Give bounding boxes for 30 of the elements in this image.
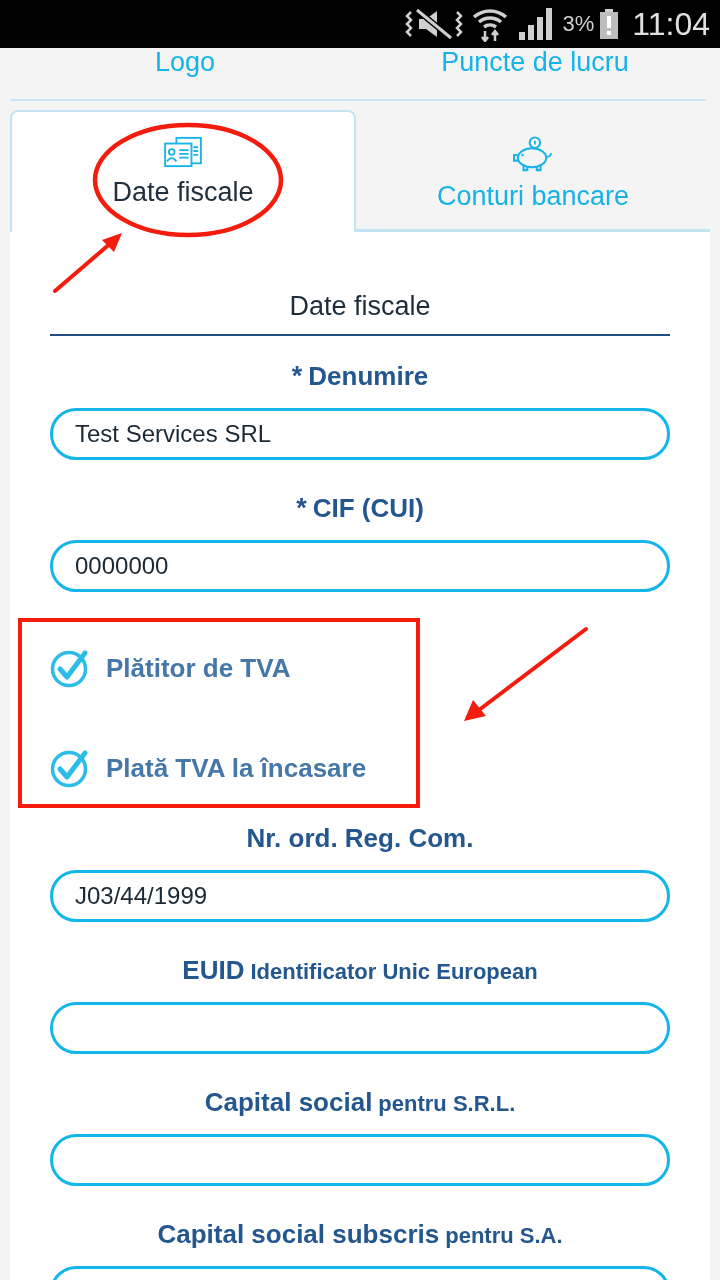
id-card-icon [162, 136, 204, 168]
vibrate-mute-icon [404, 7, 463, 41]
required-asterisk: * [291, 360, 303, 393]
checkbox[interactable] [50, 648, 90, 688]
text-input[interactable]: J03/44/1999 [50, 870, 670, 922]
section-title: Date fiscale [50, 286, 670, 336]
field-label: Capital social [204, 1086, 373, 1119]
battery-icon [600, 9, 619, 39]
battery-percent: 3% [562, 13, 595, 35]
signal-icon [518, 8, 553, 40]
required-asterisk: * [296, 492, 307, 525]
field-label-note: pentru S.A. [445, 1222, 563, 1250]
field-label: Nr. ord. Reg. Com. [246, 822, 474, 855]
field-label: CIF (CUI) [312, 492, 424, 525]
field-label: EUID [182, 954, 245, 987]
field-label: Denumire [308, 360, 429, 393]
piggy-bank-icon [511, 136, 555, 172]
text-input[interactable] [50, 1134, 670, 1186]
checkbox[interactable] [50, 748, 90, 788]
text-input[interactable]: 0000000 [50, 540, 670, 592]
tab[interactable]: Date fiscale [10, 110, 356, 232]
text-input[interactable]: Test Services SRL [50, 408, 670, 460]
text-input[interactable] [50, 1002, 670, 1054]
wifi-icon [470, 6, 509, 42]
clock-time: 11:04 [632, 8, 710, 40]
field-label: Capital social subscris [157, 1218, 440, 1251]
field-label-note: pentru S.R.L. [378, 1090, 516, 1118]
checkbox-label: Plată TVA la încasare [106, 752, 367, 785]
checkbox-label: Plătitor de TVA [106, 652, 291, 685]
field-label-note: Identificator Unic European [250, 958, 538, 986]
